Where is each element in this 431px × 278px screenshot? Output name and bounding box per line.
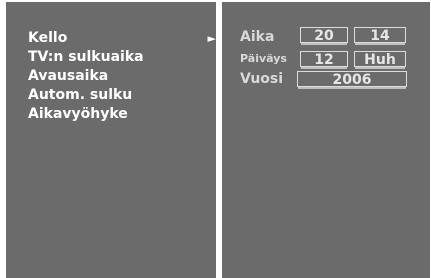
menu-item-label: Kello	[28, 30, 68, 46]
menu-item-label: Aikavyöhyke	[28, 106, 128, 122]
arrow-right-icon: ►	[207, 32, 216, 45]
menu-item-label: Autom. sulku	[28, 87, 133, 103]
menu-panel: Kello ► TV:n sulkuaika Avausaika Autom. …	[6, 2, 216, 278]
month-field[interactable]: Huh	[354, 51, 406, 69]
minute-field[interactable]: 14	[354, 27, 406, 45]
menu-item-on-time[interactable]: Avausaika	[28, 67, 218, 86]
time-label: Aika	[240, 29, 275, 45]
menu-item-time-zone[interactable]: Aikavyöhyke	[28, 105, 218, 124]
osd-screen: Kello ► TV:n sulkuaika Avausaika Autom. …	[3, 0, 430, 278]
day-field[interactable]: 12	[300, 51, 348, 69]
menu-item-off-time[interactable]: TV:n sulkuaika	[28, 48, 218, 67]
menu-item-clock[interactable]: Kello ►	[28, 29, 218, 48]
clock-settings-panel: Aika 20 14 Päiväys 12 Huh Vuosi 2006	[222, 2, 430, 278]
menu-item-label: Avausaika	[28, 68, 109, 84]
time-menu: Kello ► TV:n sulkuaika Avausaika Autom. …	[28, 29, 218, 124]
year-label: Vuosi	[240, 71, 284, 87]
year-field[interactable]: 2006	[297, 71, 407, 89]
date-label: Päiväys	[240, 52, 287, 65]
menu-item-auto-sleep[interactable]: Autom. sulku	[28, 86, 218, 105]
hour-field[interactable]: 20	[300, 27, 348, 45]
menu-item-label: TV:n sulkuaika	[28, 49, 144, 65]
